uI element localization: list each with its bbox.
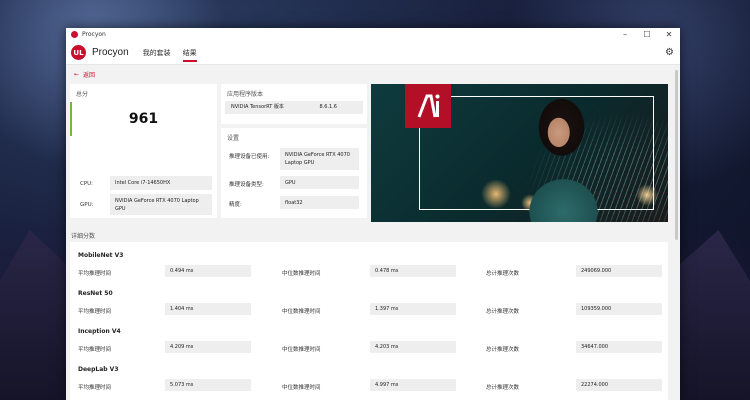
window-title: Procyon xyxy=(82,31,106,38)
detailed-scores-card: MobileNet V3 平均推理时间 0.494 ms 中位数推理时间 0.4… xyxy=(70,242,668,400)
gpu-value: NVIDIA GeForce RTX 4070 Laptop GPU xyxy=(110,194,212,215)
median-inference-value: 1.397 ms xyxy=(370,303,456,315)
tensorrt-version-value: 8.6.1.6 xyxy=(319,104,338,110)
title-bar: Procyon – ☐ ✕ xyxy=(66,28,680,41)
tensorrt-version-row: NVIDIA TensorRT 版本 8.6.1.6 xyxy=(225,101,363,114)
total-inferences-label: 总计推理次数 xyxy=(486,271,520,277)
median-inference-value: 0.478 ms xyxy=(370,265,456,277)
avg-inference-value: 0.494 ms xyxy=(165,265,251,277)
settings-device-value: NVIDIA GeForce RTX 4070 Laptop GPU xyxy=(280,148,359,170)
total-inferences-label: 总计推理次数 xyxy=(486,347,520,353)
hero-bokeh-light xyxy=(636,184,658,206)
ul-logo-icon: UL xyxy=(71,45,86,60)
median-inference-value: 4.997 ms xyxy=(370,379,456,391)
ai-logo-icon xyxy=(405,84,451,128)
median-inference-label: 中位数推理时间 xyxy=(282,271,321,277)
close-icon[interactable]: ✕ xyxy=(658,28,680,41)
settings-device-type-value: GPU xyxy=(280,176,359,189)
version-card-title: 应用程序版本 xyxy=(227,91,264,98)
avg-inference-label: 平均推理时间 xyxy=(78,385,112,391)
score-card: 总分 961 CPU: Intel Core i7-14650HX GPU: N… xyxy=(70,84,217,218)
settings-device-type-label: 推理设备类型: xyxy=(229,182,264,188)
background-tower-left xyxy=(0,230,66,400)
model-name: MobileNet V3 xyxy=(78,252,124,259)
tab-my-suites[interactable]: 我的套装 xyxy=(143,41,171,64)
avg-inference-label: 平均推理时间 xyxy=(78,271,112,277)
app-version-card: 应用程序版本 NVIDIA TensorRT 版本 8.6.1.6 xyxy=(221,84,367,124)
model-name: DeepLab V3 xyxy=(78,366,119,373)
back-link[interactable]: ← 返回 xyxy=(74,70,95,79)
app-window: Procyon – ☐ ✕ UL Procyon 我的套装 结果 ⚙ ← 返回 … xyxy=(66,28,680,400)
avg-inference-value: 5.073 ms xyxy=(165,379,251,391)
brand-name: Procyon xyxy=(92,47,129,58)
background-tower-right xyxy=(680,230,750,400)
total-inferences-label: 总计推理次数 xyxy=(486,309,520,315)
settings-precision-value: float32 xyxy=(280,196,359,209)
app-icon xyxy=(71,31,78,38)
total-score: 961 xyxy=(128,111,159,127)
vertical-scrollbar[interactable] xyxy=(675,70,678,240)
cpu-value: Intel Core i7-14650HX xyxy=(110,176,212,190)
total-inferences-value: 249069.000 xyxy=(576,265,662,277)
back-label: 返回 xyxy=(83,72,96,79)
score-card-title: 总分 xyxy=(76,91,89,98)
model-name: Inception V4 xyxy=(78,328,121,335)
cpu-label: CPU: xyxy=(80,181,94,187)
model-name: ResNet 50 xyxy=(78,290,113,297)
detailed-scores-title: 详细分数 xyxy=(71,233,96,240)
tab-results[interactable]: 结果 xyxy=(182,41,197,64)
median-inference-label: 中位数推理时间 xyxy=(282,347,321,353)
app-header: UL Procyon 我的套装 结果 ⚙ xyxy=(66,41,680,65)
total-inferences-value: 22274.000 xyxy=(576,379,662,391)
hero-person-figure xyxy=(516,94,611,222)
settings-precision-label: 精度: xyxy=(229,202,242,208)
avg-inference-label: 平均推理时间 xyxy=(78,309,112,315)
arrow-left-icon: ← xyxy=(74,71,80,78)
total-inferences-value: 34647.000 xyxy=(576,341,662,353)
median-inference-label: 中位数推理时间 xyxy=(282,309,321,315)
settings-device-label: 推理设备已使用: xyxy=(229,154,270,160)
avg-inference-label: 平均推理时间 xyxy=(78,347,112,353)
median-inference-value: 4.203 ms xyxy=(370,341,456,353)
gear-icon[interactable]: ⚙ xyxy=(665,47,674,58)
hero-banner-image xyxy=(371,84,668,222)
maximize-icon[interactable]: ☐ xyxy=(636,28,658,41)
gpu-label: GPU: xyxy=(80,202,94,208)
hero-bokeh-light xyxy=(481,179,511,209)
minimize-icon[interactable]: – xyxy=(614,28,636,41)
total-inferences-label: 总计推理次数 xyxy=(486,385,520,391)
avg-inference-value: 1.404 ms xyxy=(165,303,251,315)
median-inference-label: 中位数推理时间 xyxy=(282,385,321,391)
settings-card: 设置 推理设备已使用: NVIDIA GeForce RTX 4070 Lapt… xyxy=(221,128,367,218)
settings-card-title: 设置 xyxy=(227,135,240,142)
tensorrt-version-label: NVIDIA TensorRT 版本 xyxy=(231,104,284,110)
avg-inference-value: 4.209 ms xyxy=(165,341,251,353)
total-inferences-value: 109359.000 xyxy=(576,303,662,315)
